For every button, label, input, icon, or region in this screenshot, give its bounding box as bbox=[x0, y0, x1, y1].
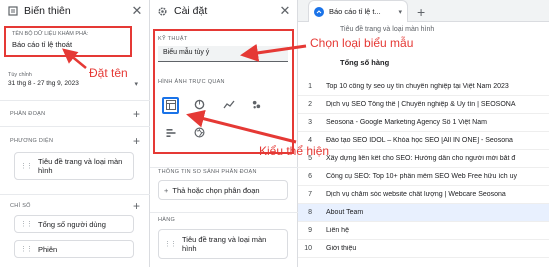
arrow-viz bbox=[186, 109, 297, 144]
annotation-name: Đặt tên bbox=[89, 66, 128, 80]
arrow-technique bbox=[240, 43, 307, 62]
arrow-name bbox=[62, 48, 87, 69]
annotation-technique: Chọn loại biểu mẫu bbox=[310, 36, 414, 50]
annotation-viz: Kiểu thể hiện bbox=[259, 144, 330, 158]
annotation-arrows bbox=[62, 43, 307, 144]
